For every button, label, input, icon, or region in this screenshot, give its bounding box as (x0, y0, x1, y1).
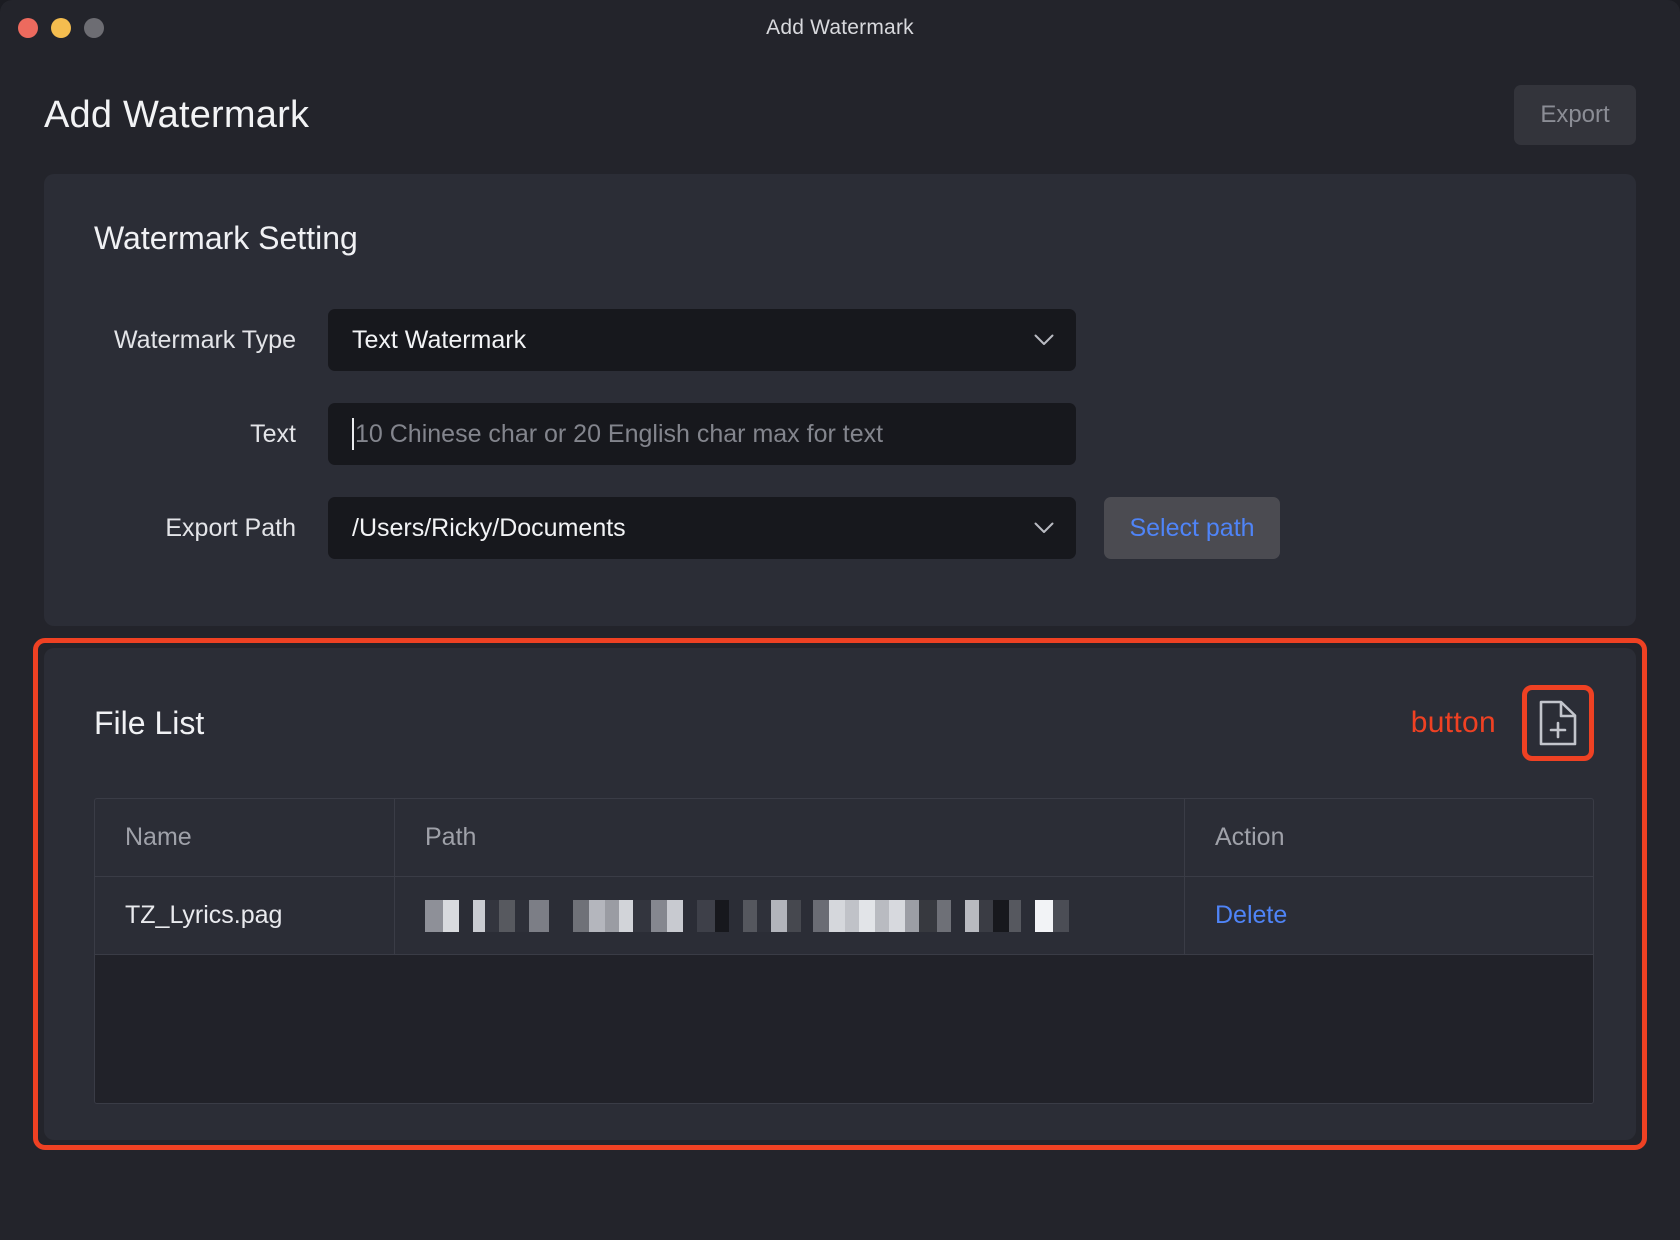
table-cell-action: Delete (1185, 877, 1593, 954)
watermark-setting-title: Watermark Setting (94, 220, 358, 256)
table-row: TZ_Lyrics.pag Delete (95, 877, 1593, 955)
table-header-row: Name Path Action (95, 799, 1593, 877)
export-path-label: Export Path (165, 513, 296, 542)
delete-link[interactable]: Delete (1215, 901, 1287, 930)
main-content: Watermark Setting Watermark Type Text Wa… (0, 174, 1680, 1240)
chevron-down-icon (1034, 522, 1054, 534)
file-list-panel: File List button Name Path Action TZ_Lyr… (44, 648, 1636, 1140)
table-cell-path (395, 877, 1185, 954)
file-list-header: File List button (44, 648, 1636, 798)
export-path-row: Export Path /Users/Ricky/Documents Selec… (44, 497, 1636, 559)
watermark-setting-panel: Watermark Setting Watermark Type Text Wa… (44, 174, 1636, 626)
file-list-actions: button (1411, 685, 1594, 761)
table-header-action: Action (1215, 823, 1285, 851)
watermark-text-label: Text (250, 419, 296, 448)
watermark-type-row: Watermark Type Text Watermark (44, 309, 1636, 371)
titlebar: Add Watermark (0, 0, 1680, 56)
table-cell-name: TZ_Lyrics.pag (95, 877, 395, 954)
add-file-button-container (1522, 685, 1594, 761)
add-file-button[interactable] (1536, 699, 1580, 747)
file-list-title: File List (94, 704, 205, 741)
window-title: Add Watermark (766, 16, 914, 39)
watermark-text-placeholder: 10 Chinese char or 20 English char max f… (355, 419, 884, 448)
app-window: Add Watermark Add Watermark Export Water… (0, 0, 1680, 1240)
annotation-label-button: button (1410, 706, 1496, 739)
export-path-value: /Users/Ricky/Documents (352, 513, 626, 542)
watermark-text-input[interactable]: 10 Chinese char or 20 English char max f… (328, 403, 1076, 465)
watermark-type-select[interactable]: Text Watermark (328, 309, 1076, 371)
page-title: Add Watermark (44, 93, 310, 136)
file-plus-icon (1536, 699, 1580, 747)
watermark-type-value: Text Watermark (352, 325, 527, 354)
file-list-section: File List button Name Path Action TZ_Lyr… (33, 638, 1647, 1150)
page-header: Add Watermark Export (0, 56, 1680, 174)
file-list-table: Name Path Action TZ_Lyrics.pag Delete (94, 798, 1594, 1104)
redacted-path (425, 899, 1069, 932)
table-empty-area (95, 955, 1593, 1103)
export-path-select[interactable]: /Users/Ricky/Documents (328, 497, 1076, 559)
table-header-path: Path (395, 799, 1185, 876)
chevron-down-icon (1034, 334, 1054, 346)
select-path-button[interactable]: Select path (1104, 497, 1280, 559)
table-header-name: Name (95, 799, 395, 876)
watermark-type-label: Watermark Type (114, 325, 296, 354)
watermark-text-row: Text 10 Chinese char or 20 English char … (44, 403, 1636, 465)
export-button[interactable]: Export (1514, 85, 1636, 145)
text-cursor (352, 418, 354, 450)
